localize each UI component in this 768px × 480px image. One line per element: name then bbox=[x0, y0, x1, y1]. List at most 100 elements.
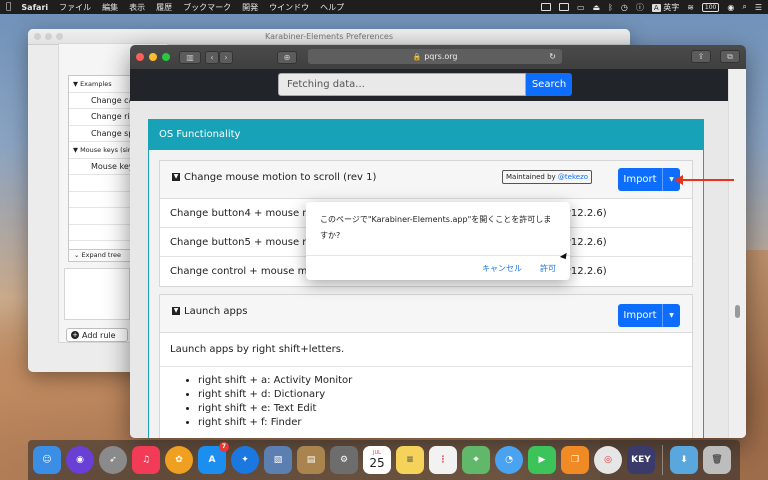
dock-separator bbox=[662, 445, 663, 475]
app-store-icon[interactable]: A7 bbox=[198, 442, 229, 474]
plus-icon: + bbox=[71, 331, 79, 339]
menu-file[interactable]: ファイル bbox=[59, 2, 91, 13]
open-app-dialog: このページで"Karabiner-Elements.app"を開くことを許可しま… bbox=[306, 202, 570, 280]
share-icon[interactable]: ⇪ bbox=[691, 50, 711, 63]
music-icon[interactable]: ♫ bbox=[132, 446, 160, 474]
tree-item[interactable]: Change caps bbox=[69, 93, 137, 109]
menu-help[interactable]: ヘルプ bbox=[320, 2, 344, 13]
menu-app-name[interactable]: Safari bbox=[21, 3, 48, 12]
card-title[interactable]: ▼ Change mouse motion to scroll (rev 1) bbox=[172, 172, 376, 183]
list-item: right shift + e: Text Edit bbox=[198, 403, 682, 414]
address-url: pqrs.org bbox=[424, 52, 458, 61]
extension-icon[interactable]: ⊕ bbox=[277, 50, 297, 64]
preview-icon[interactable]: ▧ bbox=[264, 446, 292, 474]
tree-item[interactable]: Mouse keys bbox=[69, 159, 137, 175]
tree-empty-row bbox=[69, 192, 137, 208]
notification-badge: 7 bbox=[219, 442, 229, 452]
reminders-icon[interactable]: ⋮ bbox=[429, 446, 457, 474]
add-rule-button[interactable]: + Add rule bbox=[66, 328, 128, 342]
rules-tree: ▼ Examples Change caps Change right Chan… bbox=[68, 75, 138, 262]
messages-bubble-icon[interactable]: ◔ bbox=[495, 446, 523, 474]
menu-edit[interactable]: 編集 bbox=[102, 2, 118, 13]
card-title[interactable]: ▼ Launch apps bbox=[172, 306, 247, 317]
airplay-icon[interactable]: ⏏ bbox=[593, 3, 601, 12]
launchpad-icon[interactable]: ➶ bbox=[99, 446, 127, 474]
tree-empty-row bbox=[69, 208, 137, 225]
shortcut-list: right shift + a: Activity Monitor right … bbox=[160, 367, 692, 428]
card-header: ▼ Change mouse motion to scroll (rev 1) M… bbox=[160, 161, 692, 199]
downloads-folder-icon[interactable]: ⬇ bbox=[670, 446, 698, 474]
page-scrollbar[interactable] bbox=[728, 69, 746, 438]
info-icon[interactable]: ⓘ bbox=[636, 2, 644, 13]
finder-icon[interactable]: ☺ bbox=[33, 446, 61, 474]
safari-toolbar: ▥ ‹ › ⊕ 🔒 pqrs.org ↻ ⇪ ⧉ bbox=[130, 45, 746, 69]
list-item: right shift + a: Activity Monitor bbox=[198, 375, 682, 386]
close-window-button[interactable] bbox=[136, 53, 144, 61]
allow-button[interactable]: 許可 bbox=[540, 263, 556, 274]
tree-item[interactable]: Change right bbox=[69, 109, 137, 126]
forward-icon[interactable]: › bbox=[219, 50, 233, 64]
wifi-icon[interactable]: ≋ bbox=[687, 3, 694, 12]
system-preferences-icon[interactable]: ⚙ bbox=[330, 446, 358, 474]
books-icon[interactable]: ❒ bbox=[561, 446, 589, 474]
input-mode-icon[interactable]: A 英字 bbox=[651, 2, 679, 13]
scrollbar-thumb[interactable] bbox=[735, 305, 740, 318]
rule-detail-area bbox=[64, 268, 130, 320]
notes-icon[interactable]: ≡ bbox=[396, 446, 424, 474]
maps-icon[interactable]: ⌖ bbox=[462, 446, 490, 474]
list-item: right shift + f: Finder bbox=[198, 417, 682, 428]
lock-icon: 🔒 bbox=[412, 52, 422, 61]
sidebar-toggle-icon[interactable]: ▥ bbox=[179, 50, 201, 64]
screen-record-icon[interactable] bbox=[540, 3, 551, 11]
dialog-buttons: キャンセル 許可 bbox=[482, 263, 556, 274]
zoom-window-button[interactable] bbox=[162, 53, 170, 61]
karabiner-menu-icon[interactable]: ◉ bbox=[727, 3, 734, 12]
dropdown-caret-icon[interactable]: ▼ bbox=[662, 304, 680, 327]
menu-history[interactable]: 履歴 bbox=[156, 2, 172, 13]
menu-bookmarks[interactable]: ブックマーク bbox=[183, 2, 231, 13]
control-center-icon[interactable]: ☰ bbox=[755, 3, 762, 12]
cancel-button[interactable]: キャンセル bbox=[482, 263, 522, 274]
search-button[interactable]: Search bbox=[526, 73, 572, 96]
tree-group-examples[interactable]: ▼ Examples bbox=[69, 76, 137, 93]
calendar-icon[interactable]: JUL 25 bbox=[363, 446, 391, 474]
window-icon[interactable] bbox=[558, 3, 569, 11]
chrome-icon[interactable]: ◎ bbox=[594, 446, 622, 474]
siri-icon[interactable]: ◉ bbox=[66, 446, 94, 474]
keynote-icon[interactable]: KEY bbox=[627, 446, 655, 474]
tabs-overview-icon[interactable]: ⧉ bbox=[720, 50, 740, 63]
search-input[interactable]: Fetching data... bbox=[278, 73, 526, 96]
facetime-icon[interactable]: ▶ bbox=[528, 446, 556, 474]
status-items: ▭ ⏏ ᛒ ◷ ⓘ A 英字 ≋ 100 ◉ ⌕ ☰ bbox=[540, 2, 762, 13]
notes-brown-icon[interactable]: ▤ bbox=[297, 446, 325, 474]
expand-tree-button[interactable]: ⌄ Expand tree bbox=[69, 249, 137, 261]
dock: ☺ ◉ ➶ ♫ ✿ A7 ✦ ▧ ▤ ⚙ JUL 25 ≡ ⋮ ⌖ ◔ ▶ ❒ ◎… bbox=[28, 440, 740, 480]
maintainer-link[interactable]: @tekezo bbox=[558, 173, 588, 181]
apple-menu-icon[interactable]:  bbox=[6, 2, 11, 12]
battery-icon[interactable]: 100 bbox=[701, 2, 720, 12]
menu-bar:  Safari ファイル 編集 表示 履歴 ブックマーク 開発 ウインドウ ヘ… bbox=[0, 0, 768, 14]
reload-icon[interactable]: ↻ bbox=[549, 52, 556, 61]
photos-icon[interactable]: ✿ bbox=[165, 446, 193, 474]
menu-develop[interactable]: 開発 bbox=[242, 2, 258, 13]
minimize-window-button[interactable] bbox=[149, 53, 157, 61]
tree-group-mouse-keys[interactable]: ▼ Mouse keys (sim bbox=[69, 142, 137, 159]
site-navbar: Fetching data... Search bbox=[130, 69, 728, 101]
address-bar[interactable]: 🔒 pqrs.org ↻ bbox=[308, 49, 562, 64]
caret-down-icon: ▼ bbox=[172, 173, 180, 181]
spotlight-icon[interactable]: ⌕ bbox=[742, 2, 746, 12]
display-icon[interactable]: ▭ bbox=[577, 3, 585, 12]
tree-item[interactable]: Change spa bbox=[69, 126, 137, 142]
time-machine-icon[interactable]: ◷ bbox=[621, 3, 628, 12]
menu-view[interactable]: 表示 bbox=[129, 2, 145, 13]
karabiner-window-title: Karabiner-Elements Preferences bbox=[264, 32, 394, 41]
import-button[interactable]: Import ▼ bbox=[618, 168, 680, 191]
menu-window[interactable]: ウインドウ bbox=[269, 2, 309, 13]
safari-icon[interactable]: ✦ bbox=[231, 446, 259, 474]
bluetooth-icon[interactable]: ᛒ bbox=[608, 3, 613, 12]
import-button[interactable]: Import ▼ bbox=[618, 304, 680, 327]
trash-icon[interactable]: 🗑 bbox=[703, 446, 731, 474]
tree-empty-row bbox=[69, 225, 137, 241]
maintainer-badge: Maintained by @tekezo bbox=[502, 170, 593, 184]
back-icon[interactable]: ‹ bbox=[205, 50, 219, 64]
